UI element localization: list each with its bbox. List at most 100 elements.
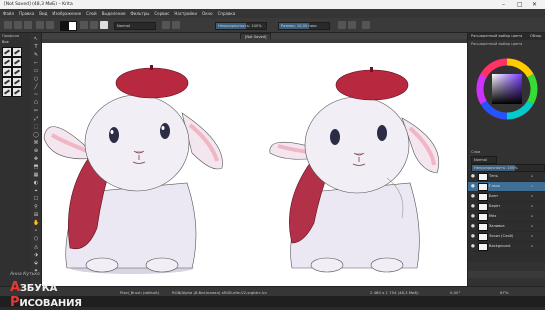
tool-icon[interactable]: ✎ — [33, 52, 39, 58]
brush-preset[interactable] — [2, 77, 12, 87]
brush-preset[interactable] — [12, 77, 22, 87]
tool-icon[interactable]: ✂ — [33, 108, 39, 114]
tool-icon[interactable]: ⬙ — [33, 260, 39, 266]
menu-item[interactable]: Правка — [19, 11, 34, 16]
menu-item[interactable]: Фильтры — [130, 11, 149, 16]
preserve-alpha-icon[interactable] — [172, 21, 180, 29]
wrap-around-icon[interactable] — [362, 21, 370, 29]
brush-preset[interactable] — [12, 47, 22, 57]
minimize-button[interactable]: – — [502, 1, 505, 8]
size-slider[interactable]: Размер: 10,00 пикс — [278, 22, 330, 30]
pattern-icon[interactable] — [90, 21, 98, 29]
menu-item[interactable]: Справка — [218, 11, 236, 16]
menu-item[interactable]: Выделение — [102, 11, 126, 16]
gradient-icon[interactable] — [80, 21, 88, 29]
tool-icon[interactable]: ◬ — [33, 244, 39, 250]
layer-row[interactable]: ● Берет ⌂ — [468, 202, 545, 212]
canvas[interactable] — [42, 43, 467, 286]
tool-icon[interactable]: ⬒ — [33, 164, 39, 170]
tool-icon[interactable]: ◐ — [33, 180, 39, 186]
visibility-icon[interactable]: ● — [471, 204, 475, 209]
brush-preset[interactable] — [12, 67, 22, 77]
menu-item[interactable]: Сервис — [154, 11, 169, 16]
tool-icon[interactable]: ╱ — [33, 84, 39, 90]
layer-row[interactable]: ● Background ⌂ — [468, 242, 545, 252]
close-button[interactable]: ✕ — [532, 1, 537, 8]
tool-icon[interactable]: ▦ — [33, 172, 39, 178]
tool-icon[interactable]: ▭ — [33, 68, 39, 74]
brush-preset[interactable] — [12, 87, 22, 97]
tool-icon[interactable]: ⚲ — [33, 204, 39, 210]
layer-row[interactable]: ● Бант ⌂ — [468, 192, 545, 202]
tool-icon[interactable]: ◯ — [33, 132, 39, 138]
visibility-icon[interactable]: ● — [471, 184, 475, 189]
lock-icon[interactable]: ⌂ — [531, 184, 533, 188]
brush-preset[interactable] — [2, 67, 12, 77]
brush-preset[interactable] — [2, 87, 12, 97]
status-zoom[interactable]: 67% — [500, 290, 508, 295]
erase-mode-icon[interactable] — [162, 21, 170, 29]
tool-icon[interactable]: ⊞ — [33, 212, 39, 218]
menu-item[interactable]: Настройки — [174, 11, 197, 16]
menu-item[interactable]: Вид — [39, 11, 47, 16]
brush-preset[interactable] — [2, 57, 12, 67]
layer-blend-select[interactable]: Normal — [471, 156, 497, 164]
save-icon[interactable] — [24, 21, 32, 29]
lock-icon[interactable]: ⌂ — [531, 214, 533, 218]
lock-icon[interactable]: ⌂ — [531, 224, 533, 228]
blend-mode-select[interactable]: Normal — [114, 22, 156, 30]
brush-preset[interactable] — [12, 57, 22, 67]
layer-row[interactable]: ● Мех ⌂ — [468, 212, 545, 222]
tool-icon[interactable]: ✥ — [33, 156, 39, 162]
layer-row[interactable]: ● Эскиз (Слой) ⌂ — [468, 232, 545, 242]
tool-icon[interactable]: ↖ — [33, 36, 39, 42]
lock-icon[interactable]: ⌂ — [531, 204, 533, 208]
new-document-icon[interactable] — [4, 21, 12, 29]
lock-icon[interactable]: ⌂ — [531, 244, 533, 248]
tool-icon[interactable]: ⊕ — [33, 148, 39, 154]
status-rotation[interactable]: 0,00° — [450, 290, 460, 295]
open-document-icon[interactable] — [14, 21, 22, 29]
tool-icon[interactable]: ~ — [33, 92, 39, 98]
visibility-icon[interactable]: ● — [471, 224, 475, 229]
tool-icon[interactable]: ⬚ — [33, 124, 39, 130]
tool-icon[interactable]: ○ — [33, 76, 39, 82]
layer-row[interactable]: ● Заливка ⌂ — [468, 222, 545, 232]
tool-icon[interactable]: ⌖ — [33, 188, 39, 194]
redo-icon[interactable] — [46, 21, 54, 29]
tab-advanced-color[interactable]: Расширенный выбор цвета — [471, 34, 522, 38]
opacity-slider[interactable]: Непрозрачность: 100% — [215, 22, 267, 30]
tab-overview[interactable]: Обзор — [530, 34, 541, 38]
tool-icon[interactable]: ⌘ — [33, 140, 39, 146]
brush-preset[interactable] — [2, 47, 12, 57]
menu-item[interactable]: Изображение — [52, 11, 81, 16]
tool-icon[interactable]: ⬠ — [33, 100, 39, 106]
lock-icon[interactable]: ⌂ — [531, 194, 533, 198]
mirror-horizontal-icon[interactable] — [338, 21, 346, 29]
visibility-icon[interactable]: ● — [471, 174, 475, 179]
mirror-vertical-icon[interactable] — [348, 21, 356, 29]
visibility-icon[interactable]: ● — [471, 244, 475, 249]
visibility-icon[interactable]: ● — [471, 194, 475, 199]
visibility-icon[interactable]: ● — [471, 234, 475, 239]
lock-icon[interactable]: ⌂ — [531, 234, 533, 238]
visibility-icon[interactable]: ● — [471, 214, 475, 219]
tool-icon[interactable]: ☐ — [33, 196, 39, 202]
background-color-swatch[interactable] — [68, 21, 77, 31]
tool-icon[interactable]: ⬗ — [33, 252, 39, 258]
color-wheel[interactable] — [476, 58, 538, 120]
brush-preset-icon[interactable] — [100, 21, 108, 29]
tool-icon[interactable]: T — [33, 44, 39, 50]
layer-row[interactable]: ● Тень ⌂ — [468, 172, 545, 182]
undo-icon[interactable] — [36, 21, 44, 29]
tool-icon[interactable]: ⤢ — [33, 116, 39, 122]
layer-opacity-slider[interactable]: Непрозрачность: 100% — [471, 164, 545, 172]
tool-icon[interactable]: ⚬ — [33, 228, 39, 234]
lock-icon[interactable]: ⌂ — [531, 174, 533, 178]
tool-icon[interactable]: ⬡ — [33, 236, 39, 242]
tool-icon[interactable]: ⌐ — [33, 60, 39, 66]
menu-item[interactable]: Окно — [202, 11, 213, 16]
layer-row[interactable]: ● Глаза ⌂ — [468, 182, 545, 192]
maximize-button[interactable]: □ — [517, 1, 523, 8]
preset-tag-select[interactable]: Все — [2, 40, 9, 44]
